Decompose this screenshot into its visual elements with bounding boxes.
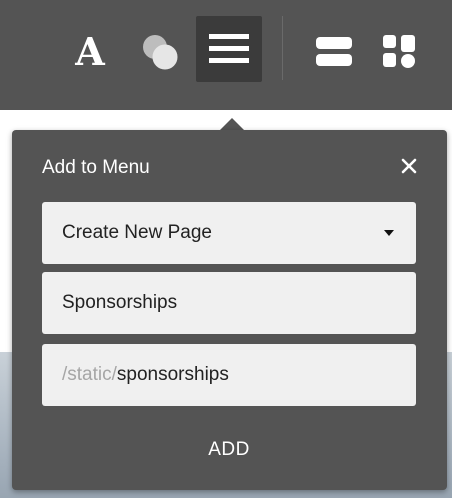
popover-arrow (220, 118, 244, 130)
close-icon (401, 158, 417, 174)
font-icon[interactable]: A (64, 24, 116, 80)
font-icon-glyph: A (75, 29, 105, 74)
page-type-select[interactable]: Create New Page (42, 202, 416, 264)
sections-svg (316, 37, 352, 66)
menu-icon[interactable] (196, 16, 262, 82)
close-button[interactable] (397, 154, 421, 178)
editor-toolbar: A (0, 0, 452, 110)
menu-bars-svg (209, 34, 249, 63)
theme-colors-icon[interactable] (132, 24, 188, 80)
theme-colors-svg (143, 35, 178, 70)
page-type-select-value: Create New Page (62, 222, 212, 243)
page-url-input[interactable]: /static/ sponsorships (42, 344, 416, 406)
blocks-svg (383, 35, 415, 68)
url-slug: sponsorships (116, 364, 229, 385)
toolbar-divider (282, 16, 283, 80)
page-title-input-value: Sponsorships (62, 292, 178, 313)
add-to-menu-popover: Add to Menu Create New Page Sponsorships… (12, 130, 447, 490)
editor-screen: A Add to Menu Create New Page Sponsorshi… (0, 0, 452, 498)
chevron-down-icon (384, 230, 394, 236)
url-prefix: /static/ (62, 364, 117, 385)
sections-icon[interactable] (306, 24, 362, 80)
page-title-input[interactable]: Sponsorships (42, 272, 416, 334)
blocks-icon[interactable] (372, 24, 428, 80)
popover-title: Add to Menu (42, 157, 150, 178)
add-button[interactable]: ADD (42, 428, 416, 472)
